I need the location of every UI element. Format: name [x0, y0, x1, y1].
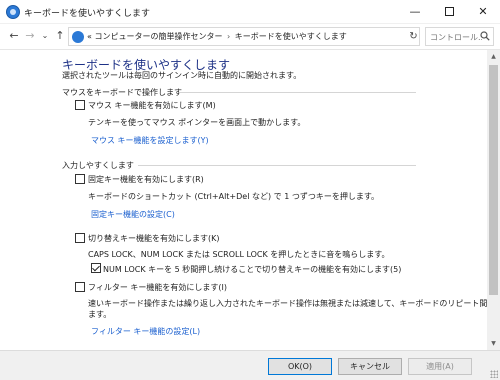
filter-keys-description: 速いキーボード操作または繰り返し入力されたキーボード操作は無視または減速して、キ… — [88, 299, 487, 308]
breadcrumb[interactable]: « コンピューターの簡単操作センター › キーボードを使いやすくします ⌄ — [68, 27, 468, 46]
mouse-keys-settings-link[interactable]: マウス キー機能を設定します(Y) — [91, 135, 209, 146]
scroll-up-button[interactable]: ▲ — [487, 50, 500, 63]
sticky-keys-settings-link[interactable]: 固定キー機能の設定(C) — [91, 209, 175, 220]
sticky-keys-label[interactable]: 固定キー機能を有効にします(R) — [88, 174, 204, 185]
back-button[interactable]: ← — [6, 28, 22, 44]
address-bar: ← → ⌄ ↑ « コンピューターの簡単操作センター › キーボードを使いやすく… — [0, 24, 500, 50]
control-panel-icon — [72, 31, 84, 43]
filter-keys-description-cont: ます。 — [88, 310, 112, 319]
filter-keys-settings-link[interactable]: フィルター キー機能の設定(L) — [91, 326, 200, 337]
scrollbar-thumb[interactable] — [489, 65, 498, 295]
sticky-keys-checkbox[interactable] — [75, 174, 85, 184]
section-heading-mouse: マウスをキーボードで操作します — [62, 88, 182, 97]
section-divider — [180, 92, 416, 93]
refresh-button[interactable]: ↻ — [407, 27, 420, 46]
window-title: キーボードを使いやすくします — [24, 9, 151, 19]
filter-keys-label[interactable]: フィルター キー機能を有効にします(I) — [88, 282, 227, 293]
page-description: 選択されたツールは毎回のサインイン時に自動的に開始されます。 — [62, 71, 302, 80]
section-divider — [138, 165, 416, 166]
recent-locations-button[interactable]: ⌄ — [37, 28, 53, 44]
mouse-keys-label[interactable]: マウス キー機能を有効にします(M) — [88, 100, 216, 111]
content-area: キーボードを使いやすくします 選択されたツールは毎回のサインイン時に自動的に開始… — [0, 50, 487, 350]
apply-button[interactable]: 適用(A) — [408, 358, 472, 375]
toggle-keys-label[interactable]: 切り替えキー機能を有効にします(K) — [88, 233, 220, 244]
search-input[interactable] — [430, 29, 482, 45]
resize-grip[interactable] — [490, 370, 498, 378]
search-icon — [480, 31, 490, 41]
breadcrumb-overflow[interactable]: « — [87, 32, 92, 41]
breadcrumb-path: « コンピューターの簡単操作センター › キーボードを使いやすくします — [87, 31, 347, 42]
sticky-keys-description: キーボードのショートカット (Ctrl+Alt+Del など) で 1 つずつキ… — [88, 192, 380, 201]
close-button[interactable]: ✕ — [466, 0, 500, 24]
toggle-keys-checkbox[interactable] — [75, 233, 85, 243]
filter-keys-checkbox[interactable] — [75, 282, 85, 292]
breadcrumb-separator[interactable]: › — [227, 32, 230, 41]
mouse-keys-description: テンキーを使ってマウス ポインターを画面上で動かします。 — [88, 118, 306, 127]
breadcrumb-item-ease-of-access[interactable]: コンピューターの簡単操作センター — [94, 32, 222, 41]
section-heading-typing: 入力しやすくします — [62, 161, 134, 170]
toggle-keys-numlock-checkbox[interactable] — [91, 263, 101, 273]
title-bar: キーボードを使いやすくします — ✕ — [0, 0, 500, 24]
mouse-keys-checkbox[interactable] — [75, 100, 85, 110]
ok-button[interactable]: OK(O) — [268, 358, 332, 375]
toggle-keys-description: CAPS LOCK、NUM LOCK または SCROLL LOCK を押したと… — [88, 250, 390, 259]
scroll-down-button[interactable]: ▼ — [487, 337, 500, 350]
button-bar: OK(O) キャンセル 適用(A) — [0, 350, 500, 380]
breadcrumb-item-keyboard[interactable]: キーボードを使いやすくします — [235, 32, 347, 41]
toggle-keys-numlock-label[interactable]: NUM LOCK キーを 5 秒間押し続けることで切り替えキーの機能を有効にしま… — [103, 264, 401, 275]
search-box[interactable] — [425, 27, 494, 46]
maximize-button[interactable] — [432, 0, 466, 24]
ease-of-access-icon — [6, 5, 20, 19]
forward-button[interactable]: → — [22, 28, 38, 44]
vertical-scrollbar[interactable]: ▲ ▼ — [487, 50, 500, 350]
maximize-icon — [444, 7, 454, 16]
cancel-button[interactable]: キャンセル — [338, 358, 402, 375]
minimize-button[interactable]: — — [398, 0, 432, 24]
up-button[interactable]: ↑ — [52, 28, 68, 44]
